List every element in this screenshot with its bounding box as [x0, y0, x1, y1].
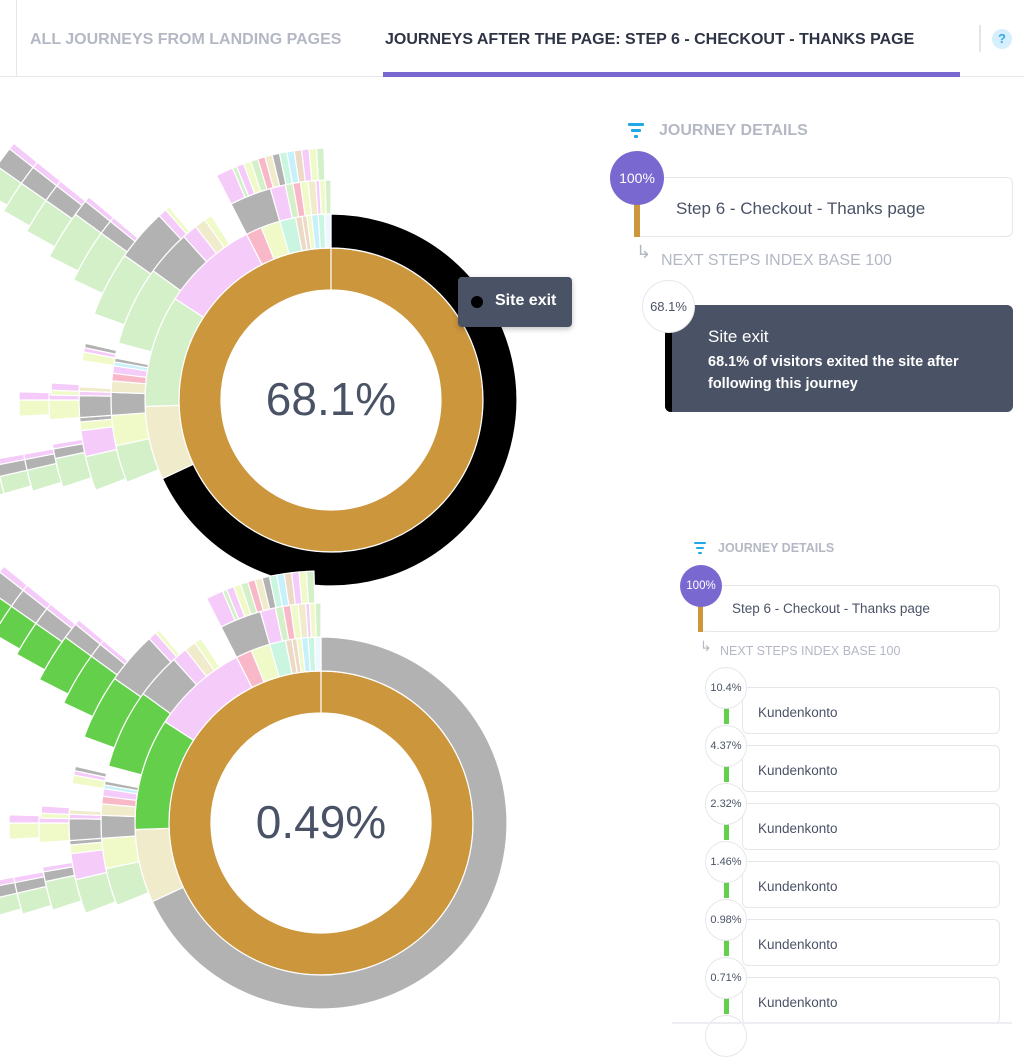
root-stem — [634, 200, 640, 237]
step-percent-bubble: 2.32% — [705, 783, 747, 825]
sunburst-deep-segment[interactable] — [41, 806, 69, 814]
step-percent-bubble: 0.71% — [705, 957, 747, 999]
root-percent-bubble: 100% — [680, 565, 722, 607]
root-step-label: Step 6 - Checkout - Thanks page — [732, 601, 930, 616]
sunburst-deep-segment[interactable] — [9, 815, 39, 823]
step-percent-bubble: 4.37% — [705, 725, 747, 767]
step-label: Kundenkonto — [758, 995, 838, 1010]
sunburst-level3-segment[interactable] — [69, 810, 101, 816]
root-stem — [698, 604, 703, 632]
black-dot-icon — [471, 296, 483, 308]
step-label: Kundenkonto — [758, 937, 838, 952]
sunburst-deep-segment[interactable] — [19, 400, 49, 416]
sunburst-level2-segment[interactable] — [101, 815, 135, 838]
next-steps-title: NEXT STEPS INDEX BASE 100 — [661, 252, 892, 270]
arrow-turn-right-icon: ↳ — [636, 242, 651, 263]
step-percent-bubble: 0.98% — [705, 899, 747, 941]
step-label: Kundenkonto — [758, 763, 838, 778]
step-card[interactable]: Kundenkonto — [742, 803, 1000, 850]
arrow-turn-right-icon: ↳ — [700, 638, 712, 655]
step-percent-bubble: 68.1% — [642, 280, 695, 333]
step-card-site-exit[interactable]: Site exit 68.1% of visitors exited the s… — [665, 305, 1013, 412]
sunburst-chart-2[interactable] — [0, 566, 507, 1009]
sunburst-tooltip: Site exit — [458, 277, 572, 327]
sunburst-level1-segment[interactable] — [315, 637, 321, 671]
sunburst-level2-segment[interactable] — [325, 180, 331, 214]
journey-details-title: JOURNEY DETAILS — [659, 122, 808, 140]
step-card[interactable]: Kundenkonto — [742, 687, 1000, 734]
filter-icon — [694, 542, 706, 555]
step-label: Kundenkonto — [758, 879, 838, 894]
help-icon[interactable]: ? — [992, 29, 1012, 49]
step-description: 68.1% of visitors exited the site after … — [708, 351, 988, 395]
root-step-card[interactable]: Step 6 - Checkout - Thanks page — [634, 177, 1013, 237]
filter-icon — [628, 123, 644, 139]
sunburst-deep-segment[interactable] — [39, 823, 70, 843]
sunburst-2-center-value: 0.49% — [211, 795, 431, 849]
sunburst-level3-segment[interactable] — [306, 571, 314, 603]
step-label: Kundenkonto — [758, 821, 838, 836]
sunburst-level1-segment[interactable] — [325, 214, 331, 248]
sunburst-level3-segment[interactable] — [79, 387, 111, 393]
sunburst-level2-segment[interactable] — [111, 392, 145, 415]
root-step-label: Step 6 - Checkout - Thanks page — [676, 199, 925, 219]
step-card[interactable]: Kundenkonto — [742, 745, 1000, 792]
sunburst-level3-segment[interactable] — [69, 819, 102, 841]
step-percent-bubble: 1.46% — [705, 841, 747, 883]
sunburst-deep-segment[interactable] — [49, 400, 80, 420]
sunburst-level2-segment[interactable] — [315, 603, 321, 637]
tab-divider — [979, 25, 981, 52]
step-label: Site exit — [708, 327, 768, 347]
sunburst-level3-segment[interactable] — [316, 148, 324, 180]
root-step-card[interactable]: Step 6 - Checkout - Thanks page — [700, 585, 1000, 632]
sunburst-deep-segment[interactable] — [51, 383, 79, 391]
tooltip-label: Site exit — [495, 292, 556, 310]
journey-details-title: JOURNEY DETAILS — [718, 541, 834, 555]
step-label: Kundenkonto — [758, 705, 838, 720]
sunburst-chart-1[interactable] — [0, 143, 517, 586]
step-card[interactable]: Kundenkonto — [742, 861, 1000, 908]
step-percent-bubble: 10.4% — [705, 667, 747, 709]
root-percent-bubble: 100% — [610, 151, 664, 205]
sunburst-level3-segment[interactable] — [79, 396, 112, 418]
step-card[interactable]: Kundenkonto — [742, 919, 1000, 966]
sunburst-1-center-value: 68.1% — [221, 372, 441, 426]
sunburst-deep-segment[interactable] — [19, 392, 49, 400]
step-card[interactable]: Kundenkonto — [742, 977, 1000, 1024]
sunburst-charts — [0, 0, 620, 1024]
next-steps-title: NEXT STEPS INDEX BASE 100 — [720, 644, 900, 658]
sunburst-deep-segment[interactable] — [9, 823, 39, 839]
